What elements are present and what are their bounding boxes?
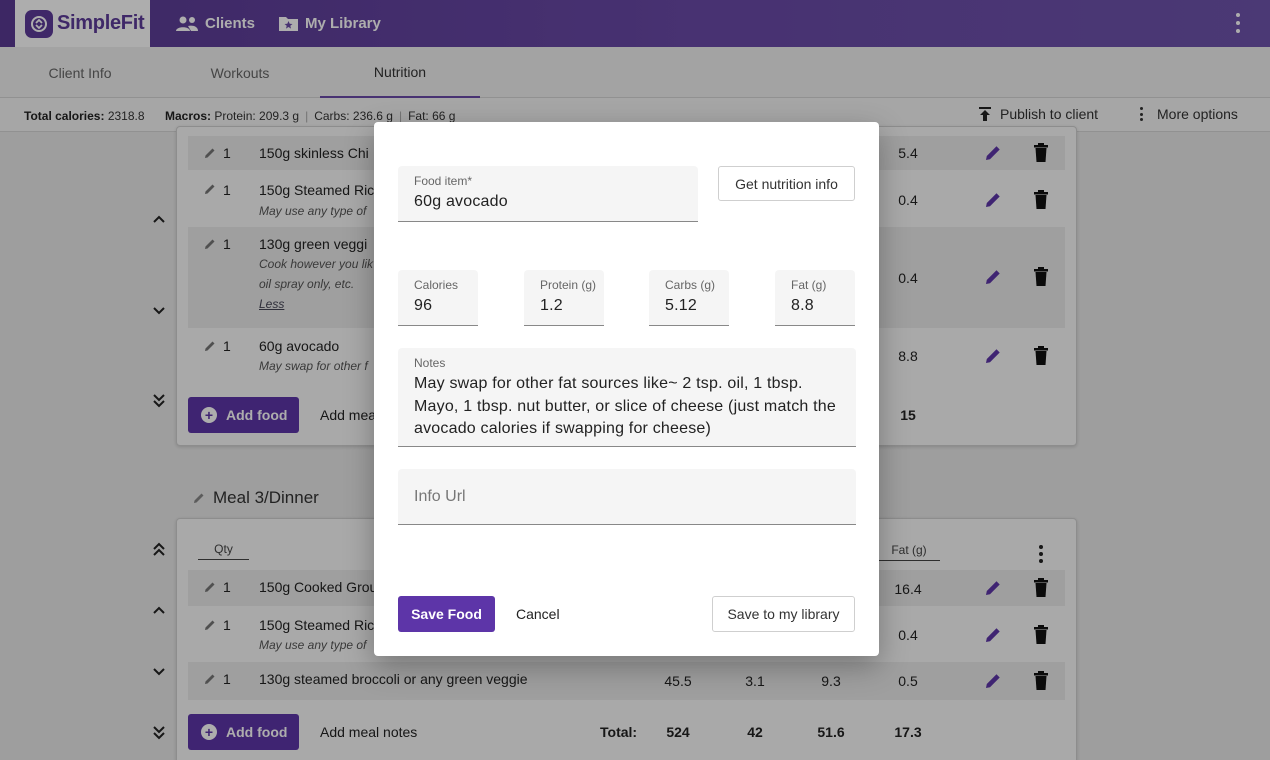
- carbs-value: 5.12: [665, 297, 697, 314]
- calories-field[interactable]: Calories 96: [398, 270, 478, 326]
- food-item-label: Food item*: [414, 174, 473, 188]
- info-url-field[interactable]: Info Url: [398, 469, 856, 525]
- fat-field[interactable]: Fat (g) 8.8: [775, 270, 855, 326]
- food-item-value: 60g avocado: [414, 193, 508, 210]
- info-url-placeholder: Info Url: [414, 488, 466, 505]
- edit-food-dialog: Food item* 60g avocado Get nutrition inf…: [374, 122, 879, 656]
- notes-label: Notes: [414, 356, 446, 370]
- carbs-field[interactable]: Carbs (g) 5.12: [649, 270, 729, 326]
- calories-value: 96: [414, 297, 433, 314]
- notes-value: May swap for other fat sources like~ 2 t…: [414, 375, 836, 437]
- fat-value: 8.8: [791, 297, 814, 314]
- calories-label: Calories: [414, 278, 459, 292]
- protein-label: Protein (g): [540, 278, 597, 292]
- fat-label: Fat (g): [791, 278, 827, 292]
- carbs-label: Carbs (g): [665, 278, 716, 292]
- protein-value: 1.2: [540, 297, 563, 314]
- save-food-button[interactable]: Save Food: [398, 596, 495, 632]
- notes-textarea[interactable]: Notes May swap for other fat sources lik…: [398, 348, 856, 447]
- get-nutrition-info-button[interactable]: Get nutrition info: [718, 166, 855, 201]
- save-to-library-button[interactable]: Save to my library: [712, 596, 855, 632]
- food-item-field[interactable]: Food item* 60g avocado: [398, 166, 698, 222]
- protein-field[interactable]: Protein (g) 1.2: [524, 270, 604, 326]
- cancel-button[interactable]: Cancel: [516, 606, 560, 622]
